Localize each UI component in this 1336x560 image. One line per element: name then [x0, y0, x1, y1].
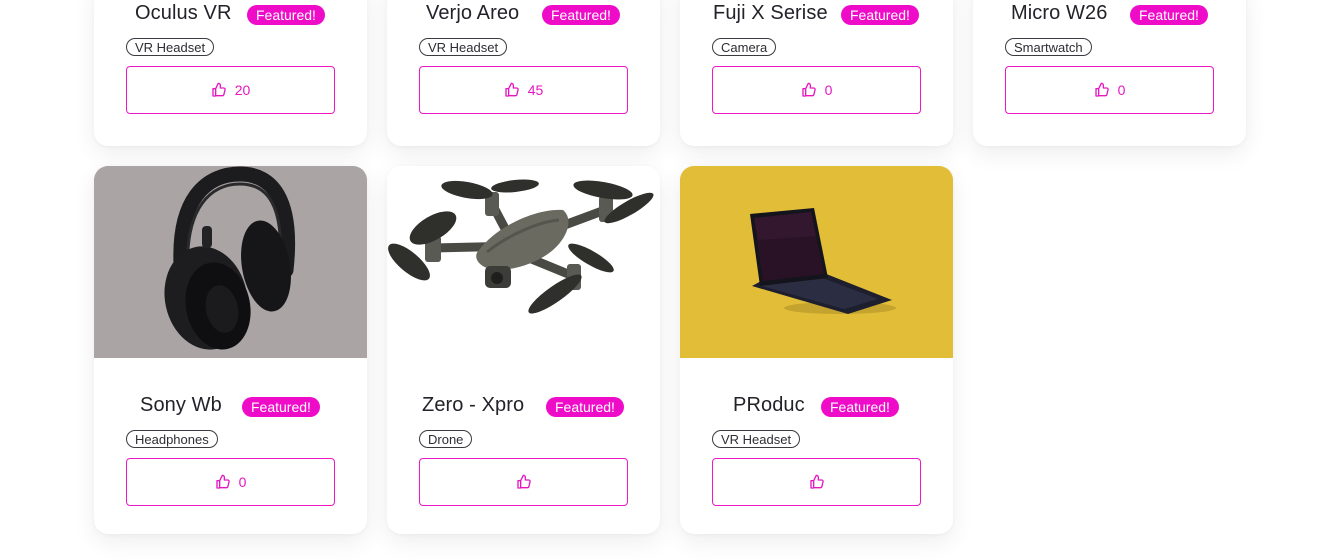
product-card[interactable]: Verjo Areo Featured! VR Headset 45 — [387, 0, 660, 146]
thumbs-up-icon — [516, 474, 531, 489]
featured-badge: Featured! — [242, 397, 320, 417]
featured-badge: Featured! — [821, 397, 899, 417]
category-tag[interactable]: VR Headset — [126, 38, 215, 56]
product-title[interactable]: Fuji X Serise — [713, 2, 828, 25]
like-button[interactable]: 0 — [126, 458, 335, 506]
like-button[interactable]: 45 — [419, 66, 628, 114]
like-count: 45 — [527, 82, 544, 98]
headphones-image[interactable] — [94, 166, 367, 358]
title-row: Sony Wb Featured! — [94, 392, 367, 422]
laptop-image[interactable] — [680, 166, 953, 358]
product-card[interactable]: PRoduc Featured! VR Headset — [680, 166, 953, 534]
title-row: Micro W26 Featured! — [973, 0, 1246, 30]
featured-badge: Featured! — [247, 5, 325, 25]
category-tag[interactable]: Drone — [419, 430, 473, 448]
product-title[interactable]: Verjo Areo — [426, 2, 519, 25]
featured-badge: Featured! — [546, 397, 624, 417]
featured-badge: Featured! — [542, 5, 620, 25]
product-title[interactable]: Zero - Xpro — [422, 394, 524, 417]
title-row: Zero - Xpro Featured! — [387, 392, 660, 422]
category-tag[interactable]: Headphones — [126, 430, 218, 448]
featured-badge: Featured! — [1130, 5, 1208, 25]
thumbs-up-icon — [215, 474, 230, 489]
thumbs-up-icon — [801, 82, 816, 97]
thumbs-up-icon — [505, 82, 519, 97]
featured-badge: Featured! — [841, 5, 919, 25]
category-tag[interactable]: Smartwatch — [1005, 38, 1092, 56]
drone-image[interactable] — [387, 166, 660, 358]
product-card[interactable]: Micro W26 Featured! Smartwatch 0 — [973, 0, 1246, 146]
like-button[interactable]: 0 — [712, 66, 921, 114]
like-count: 0 — [1117, 82, 1126, 98]
product-title[interactable]: Oculus VR — [135, 2, 232, 25]
like-count: 0 — [824, 82, 833, 98]
title-row: Fuji X Serise Featured! — [680, 0, 953, 30]
product-card[interactable]: Sony Wb Featured! Headphones 0 — [94, 166, 367, 534]
product-card[interactable]: Zero - Xpro Featured! Drone — [387, 166, 660, 534]
product-title[interactable]: PRoduc — [733, 394, 805, 417]
product-card[interactable]: Fuji X Serise Featured! Camera 0 — [680, 0, 953, 146]
category-tag[interactable]: VR Headset — [712, 430, 801, 448]
product-title[interactable]: Sony Wb — [140, 394, 222, 417]
like-button[interactable] — [712, 458, 921, 506]
title-row: PRoduc Featured! — [680, 392, 953, 422]
like-button[interactable] — [419, 458, 628, 506]
like-count: 20 — [234, 82, 251, 98]
thumbs-up-icon — [1094, 82, 1109, 97]
thumbs-up-icon — [212, 82, 226, 97]
product-title[interactable]: Micro W26 — [1011, 2, 1107, 25]
title-row: Oculus VR Featured! — [94, 0, 367, 30]
thumbs-up-icon — [809, 474, 824, 489]
product-card[interactable]: Oculus VR Featured! VR Headset 20 — [94, 0, 367, 146]
title-row: Verjo Areo Featured! — [387, 0, 660, 30]
like-count: 0 — [238, 474, 247, 490]
like-button[interactable]: 20 — [126, 66, 335, 114]
category-tag[interactable]: VR Headset — [419, 38, 508, 56]
category-tag[interactable]: Camera — [712, 38, 777, 56]
like-button[interactable]: 0 — [1005, 66, 1214, 114]
